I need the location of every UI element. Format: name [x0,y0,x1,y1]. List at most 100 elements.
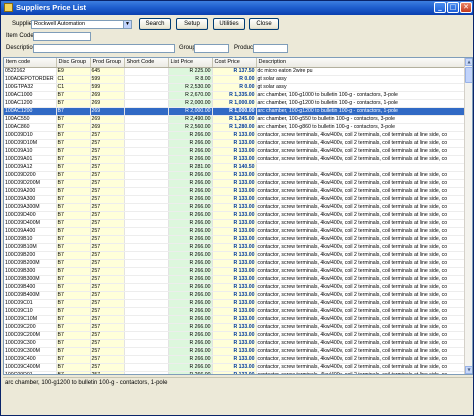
supplier-select[interactable]: Rockwell Automation ▼ [31,20,132,29]
close-button[interactable]: Close [249,18,279,30]
table-row[interactable]: 100C09A400 B7 257 R 266.00 R 133.00 contactor… [4,227,467,236]
table-row[interactable]: 100C09C400 B7 257 R 266.00 R 133.00 contactor… [4,355,467,364]
table-row[interactable]: 100C09B300 B7 257 R 266.00 R 133.00 contactor… [4,267,467,276]
table-row[interactable]: 100C09A300 B7 257 R 266.00 R 133.00 contactor… [4,195,467,204]
table-row[interactable]: 100C09C200 B7 257 R 266.00 R 133.00 contactor… [4,323,467,332]
column-header-prod-group[interactable]: Prod Group [90,58,125,68]
table-row[interactable]: 100AC860 B7 269 R 2,560.00 R 1,280.00 arc cha… [4,123,467,132]
item-code-label: Item Code [6,33,34,39]
cell-cost-price: R 133.00 [212,195,257,204]
table-row[interactable]: 100C09C01 B7 257 R 266.00 R 133.00 contactor,… [4,299,467,308]
scroll-down-icon[interactable]: ▼ [465,366,472,374]
column-header-item-code[interactable]: Item code [4,58,57,68]
table-row[interactable]: 100C09D400M B7 257 R 266.00 R 133.00 contacto… [4,219,467,228]
cell-prod-group: 257 [90,363,125,372]
table-row[interactable]: 0522162 E9 645 R 225.00 R 137.50 dc micro eat… [4,67,467,76]
cell-disc-group: B7 [56,187,91,196]
cell-cost-price: R 133.00 [212,331,257,340]
column-header-disc-group[interactable]: Disc Group [56,58,91,68]
vertical-scrollbar[interactable]: ▲ ▼ [464,58,472,374]
table-row[interactable]: 100C09A10 B7 257 R 266.00 R 133.00 contactor,… [4,147,467,156]
table-row[interactable]: 100C09B10 B7 257 R 266.00 R 133.00 contactor,… [4,235,467,244]
group-input[interactable] [194,44,229,53]
table-row[interactable]: 100C09A12 B7 257 R 281.00 R 140.50 [4,163,467,172]
table-row[interactable]: 100C09C10M B7 257 R 266.00 R 133.00 contactor… [4,315,467,324]
table-row[interactable]: 100C09C300M B7 257 R 266.00 R 133.00 contacto… [4,347,467,356]
table-row[interactable]: 100C09D200M B7 257 R 266.00 R 133.00 contacto… [4,179,467,188]
cell-short-code [124,291,169,300]
scroll-thumb[interactable] [465,67,472,83]
utilities-button[interactable]: Utilities [213,18,245,30]
table-row[interactable]: 100C09D200 B7 257 R 266.00 R 133.00 contactor… [4,171,467,180]
table-row[interactable]: 100ADEPOTORDER C1 599 R 8.00 R 0.00 gt solar … [4,75,467,84]
column-header-short-code[interactable]: Short Code [124,58,169,68]
table-row[interactable]: 100C09D10M B7 257 R 266.00 R 133.00 contactor… [4,139,467,148]
table-row[interactable]: 100C09C10 B7 257 R 266.00 R 133.00 contactor,… [4,307,467,316]
title-bar[interactable]: Suppliers Price List _ □ ✕ [1,1,473,15]
table-row[interactable]: 100AC1200 B7 269 R 2,000.00 R 1,000.00 arc ch… [4,99,467,108]
table-row[interactable]: 100AC1000 B7 269 R 2,670.00 R 1,335.00 arc ch… [4,91,467,100]
cell-cost-price: R 133.00 [212,323,257,332]
product-input[interactable] [253,44,288,53]
table-row[interactable]: 100C09B200M B7 257 R 266.00 R 133.00 contacto… [4,259,467,268]
cell-disc-group: B7 [56,179,91,188]
close-icon[interactable]: ✕ [460,2,472,13]
cell-description: contactor, screw terminals, 4kw/400v, co… [256,275,467,284]
table-row[interactable]: 100C09B300M B7 257 R 266.00 R 133.00 contacto… [4,275,467,284]
cell-disc-group: B7 [56,91,91,100]
cell-cost-price: R 133.00 [212,291,257,300]
cell-prod-group: 599 [90,83,125,92]
cell-list-price: R 266.00 [168,251,213,260]
table-row[interactable]: 100C09B400 B7 257 R 266.00 R 133.00 contactor… [4,283,467,292]
table-row[interactable]: 100C09B400M B7 257 R 266.00 R 133.00 contacto… [4,291,467,300]
item-code-input[interactable] [33,32,91,41]
chevron-down-icon[interactable]: ▼ [123,21,131,28]
minimize-icon[interactable]: _ [434,2,446,13]
column-header-description[interactable]: Description [256,58,467,68]
cell-description: contactor, screw terminals, 4kw/400v, co… [256,259,467,268]
cell-short-code [124,155,169,164]
cell-cost-price: R 133.00 [212,131,257,140]
column-header-cost-price[interactable]: Cost Price [212,58,257,68]
table-row[interactable]: 100C09C400M B7 257 R 266.00 R 133.00 contacto… [4,363,467,372]
table-row[interactable]: 100C09A200 B7 257 R 266.00 R 133.00 contactor… [4,187,467,196]
cell-cost-price: R 133.00 [212,371,257,374]
cell-list-price: R 266.00 [168,259,213,268]
maximize-icon[interactable]: □ [447,2,459,13]
cell-prod-group: 257 [90,203,125,212]
cell-short-code [124,211,169,220]
column-header-list-price[interactable]: List Price [168,58,213,68]
cell-disc-group: B7 [56,323,91,332]
table-row[interactable]: 100C09D01 B7 257 R 266.00 R 133.00 contactor,… [4,371,467,374]
cell-short-code [124,163,169,172]
cell-description: contactor, screw terminals, 4kw/400v, co… [256,323,467,332]
cell-cost-price: R 133.00 [212,315,257,324]
table-row[interactable]: 100AC1200 B7 269 R 2,000.00 R 1,000.00 arc ch… [4,107,467,116]
table-row[interactable]: 100AC550 B7 269 R 2,490.00 R 1,245.00 arc cha… [4,115,467,124]
cell-description: contactor, screw terminals, 4kw/400v, co… [256,299,467,308]
description-input[interactable] [33,44,175,53]
table-row[interactable]: 100C09A01 B7 257 R 266.00 R 133.00 contactor,… [4,155,467,164]
cell-item-code: 0522162 [4,67,57,76]
table-row[interactable]: 100C09B200 B7 257 R 266.00 R 133.00 contactor… [4,251,467,260]
table-row[interactable]: 100C09C200M B7 257 R 266.00 R 133.00 contacto… [4,331,467,340]
table-row[interactable]: 100C09A300M B7 257 R 266.00 R 133.00 contacto… [4,203,467,212]
table-row[interactable]: 100C09D400 B7 257 R 266.00 R 133.00 contactor… [4,211,467,220]
cell-list-price: R 266.00 [168,299,213,308]
cell-item-code: 100C09A400 [4,227,57,236]
cell-short-code [124,107,169,116]
cell-description: contactor, screw terminals, 4kw/400v, co… [256,315,467,324]
price-table: Item code Disc Group Prod Group Short Code L… [4,58,467,374]
cell-description: contactor, screw terminals, 4kw/400v, co… [256,363,467,372]
table-row[interactable]: 100C09D10 B7 257 R 266.00 R 133.00 contactor,… [4,131,467,140]
cell-disc-group: B7 [56,251,91,260]
table-row[interactable]: 100C09B10M B7 257 R 266.00 R 133.00 contactor… [4,243,467,252]
table-row[interactable]: 100GTPA32 C1 599 R 2,530.00 R 0.00 gt solar a… [4,83,467,92]
scroll-up-icon[interactable]: ▲ [465,58,472,66]
cell-description: arc chamber, 100-g1000 to bulletin 100-g… [256,91,467,100]
setup-button[interactable]: Setup [176,18,208,30]
table-row[interactable]: 100C09C300 B7 257 R 266.00 R 133.00 contactor… [4,339,467,348]
cell-item-code: 100C09C10 [4,307,57,316]
price-list-grid[interactable]: Item code Disc Group Prod Group Short Code L… [3,57,473,375]
search-button[interactable]: Search [139,18,171,30]
